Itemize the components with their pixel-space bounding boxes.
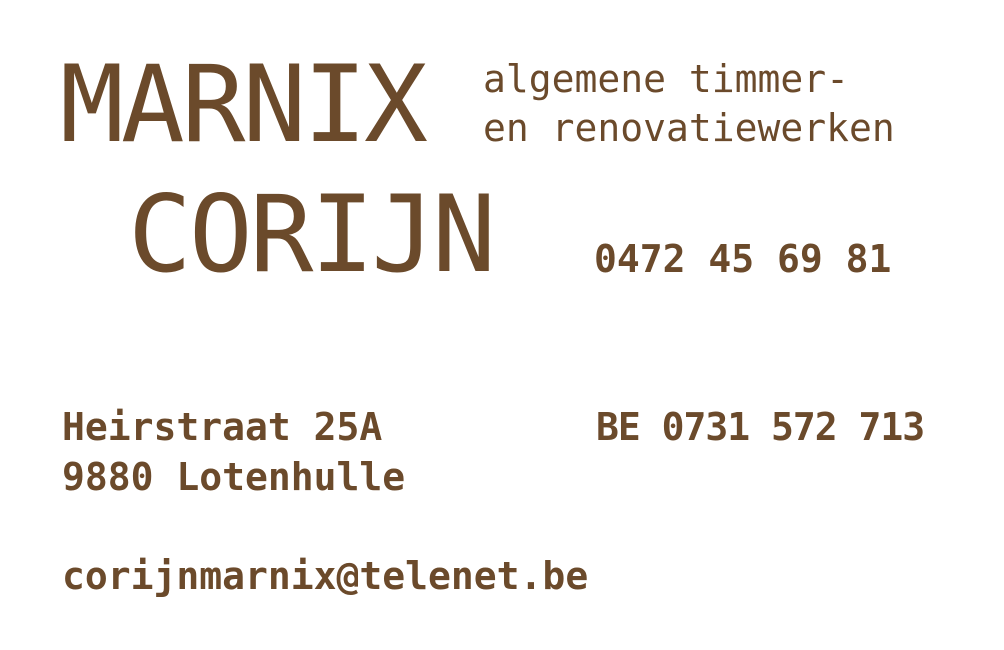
email-address: corijnmarnix@telenet.be bbox=[62, 554, 589, 598]
tagline-line-1: algemene timmer- bbox=[483, 57, 850, 101]
business-card: MARNIX CORIJN algemene timmer- en renova… bbox=[0, 0, 1004, 650]
tagline-line-2: en renovatiewerken bbox=[483, 106, 895, 150]
first-name: MARNIX bbox=[60, 43, 428, 166]
last-name: CORIJN bbox=[128, 173, 496, 296]
phone-number: 0472 45 69 81 bbox=[594, 237, 892, 281]
address-city: 9880 Lotenhulle bbox=[62, 455, 406, 499]
vat-number: BE 0731 572 713 bbox=[596, 405, 925, 449]
address-street: Heirstraat 25A bbox=[62, 405, 383, 449]
